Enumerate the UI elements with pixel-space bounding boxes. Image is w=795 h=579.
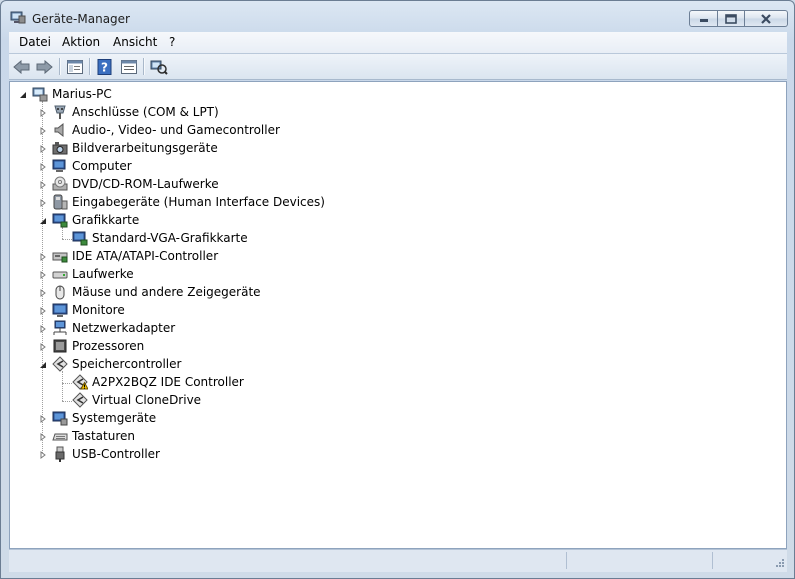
category-bildverarbeitung[interactable]: Bildverarbeitungsgeräte [38,139,218,157]
menu-help[interactable]: ? [169,35,175,49]
scan-hardware-button[interactable] [149,57,169,76]
tree-root-computer[interactable]: Marius-PC [18,85,112,103]
storage-controller-icon [52,356,68,372]
collapsed-arrow-icon[interactable] [38,450,47,459]
computer-icon [32,86,48,102]
device-a2px2bqz-ide-controller[interactable]: A2PX2BQZ IDE Controller [72,373,244,391]
collapsed-arrow-icon[interactable] [38,342,47,351]
collapsed-arrow-icon[interactable] [38,126,47,135]
collapsed-arrow-icon[interactable] [38,288,47,297]
monitor-icon [52,302,68,318]
close-button[interactable] [745,10,788,27]
mouse-icon [52,284,68,300]
camera-icon [52,140,68,156]
status-pane-divider [566,552,568,569]
maximize-icon [725,13,737,24]
window-controls [689,10,788,28]
collapsed-arrow-icon[interactable] [38,306,47,315]
menu-bar: Datei Aktion Ansicht ? [9,32,787,54]
display-adapter-icon [52,212,68,228]
collapsed-arrow-icon[interactable] [38,414,47,423]
status-bar [9,549,787,572]
collapsed-arrow-icon[interactable] [38,144,47,153]
forward-button[interactable] [34,57,54,76]
back-button[interactable] [12,57,32,76]
storage-controller-icon [72,392,88,408]
category-maeuse[interactable]: Mäuse und andere Zeigegeräte [38,283,261,301]
collapsed-arrow-icon[interactable] [38,270,47,279]
category-anschluesse[interactable]: Anschlüsse (COM & LPT) [38,103,219,121]
speaker-icon [52,122,68,138]
collapsed-arrow-icon[interactable] [38,432,47,441]
collapsed-arrow-icon[interactable] [38,108,47,117]
expanded-arrow-icon[interactable] [38,360,47,369]
collapsed-arrow-icon[interactable] [38,252,47,261]
usb-icon [52,446,68,462]
forward-icon [36,59,53,74]
collapsed-arrow-icon[interactable] [38,162,47,171]
toolbar: ? [9,54,787,80]
properties-icon [121,59,137,74]
category-tastaturen[interactable]: Tastaturen [38,427,135,445]
close-icon [761,13,771,24]
device-tree[interactable]: Marius-PC Anschlüsse (COM & LPT) Audio-,… [9,81,787,549]
console-tree-icon [67,59,83,74]
device-standard-vga[interactable]: Standard-VGA-Grafikkarte [72,229,248,247]
properties-button[interactable] [119,57,139,76]
maximize-button[interactable] [718,10,745,27]
hid-icon [52,194,68,210]
back-icon [13,59,30,74]
help-button[interactable]: ? [95,57,115,76]
category-dvd[interactable]: DVD/CD-ROM-Laufwerke [38,175,219,193]
category-audio[interactable]: Audio-, Video- und Gamecontroller [38,121,280,139]
menu-ansicht[interactable]: Ansicht [113,35,157,49]
resize-grip[interactable] [773,558,785,570]
collapsed-arrow-icon[interactable] [38,324,47,333]
category-systemgeraete[interactable]: Systemgeräte [38,409,156,427]
category-prozessoren[interactable]: Prozessoren [38,337,144,355]
category-eingabegeraete[interactable]: Eingabegeräte (Human Interface Devices) [38,193,325,211]
root-label: Marius-PC [52,87,112,101]
category-grafikkarte[interactable]: Grafikkarte [38,211,139,229]
minimize-button[interactable] [689,10,718,27]
category-computer[interactable]: Computer [38,157,132,175]
menu-aktion[interactable]: Aktion [62,35,100,49]
system-device-icon [52,410,68,426]
category-speichercontroller[interactable]: Speichercontroller [38,355,181,373]
processor-icon [52,338,68,354]
scan-hardware-icon [150,60,168,75]
category-monitore[interactable]: Monitore [38,301,125,319]
category-usb-controller[interactable]: USB-Controller [38,445,160,463]
device-manager-icon [10,10,26,24]
disk-drive-icon [52,266,68,282]
svg-text:?: ? [101,60,108,74]
keyboard-icon [52,428,68,444]
title-bar[interactable]: Geräte-Manager [1,1,794,31]
minimize-icon [699,18,708,22]
computer-icon [52,158,68,174]
disc-drive-icon [52,176,68,192]
expanded-arrow-icon[interactable] [18,90,27,99]
ide-controller-icon [52,248,68,264]
menu-datei[interactable]: Datei [19,35,51,49]
network-adapter-icon [52,320,68,336]
window-title: Geräte-Manager [32,12,130,26]
help-icon: ? [97,58,112,75]
status-pane-divider [712,552,714,569]
category-netzwerkadapter[interactable]: Netzwerkadapter [38,319,175,337]
device-virtual-clonedrive[interactable]: Virtual CloneDrive [72,391,201,409]
storage-warning-icon [72,374,88,390]
resize-grip-icon [776,559,784,567]
display-adapter-icon [72,230,88,246]
expanded-arrow-icon[interactable] [38,216,47,225]
collapsed-arrow-icon[interactable] [38,198,47,207]
collapsed-arrow-icon[interactable] [38,180,47,189]
console-tree-button[interactable] [65,57,85,76]
category-ide-ata[interactable]: IDE ATA/ATAPI-Controller [38,247,218,265]
port-icon [52,104,68,120]
device-manager-window: Geräte-Manager Datei Aktion Ansicht ? ? … [0,0,795,579]
category-laufwerke[interactable]: Laufwerke [38,265,134,283]
